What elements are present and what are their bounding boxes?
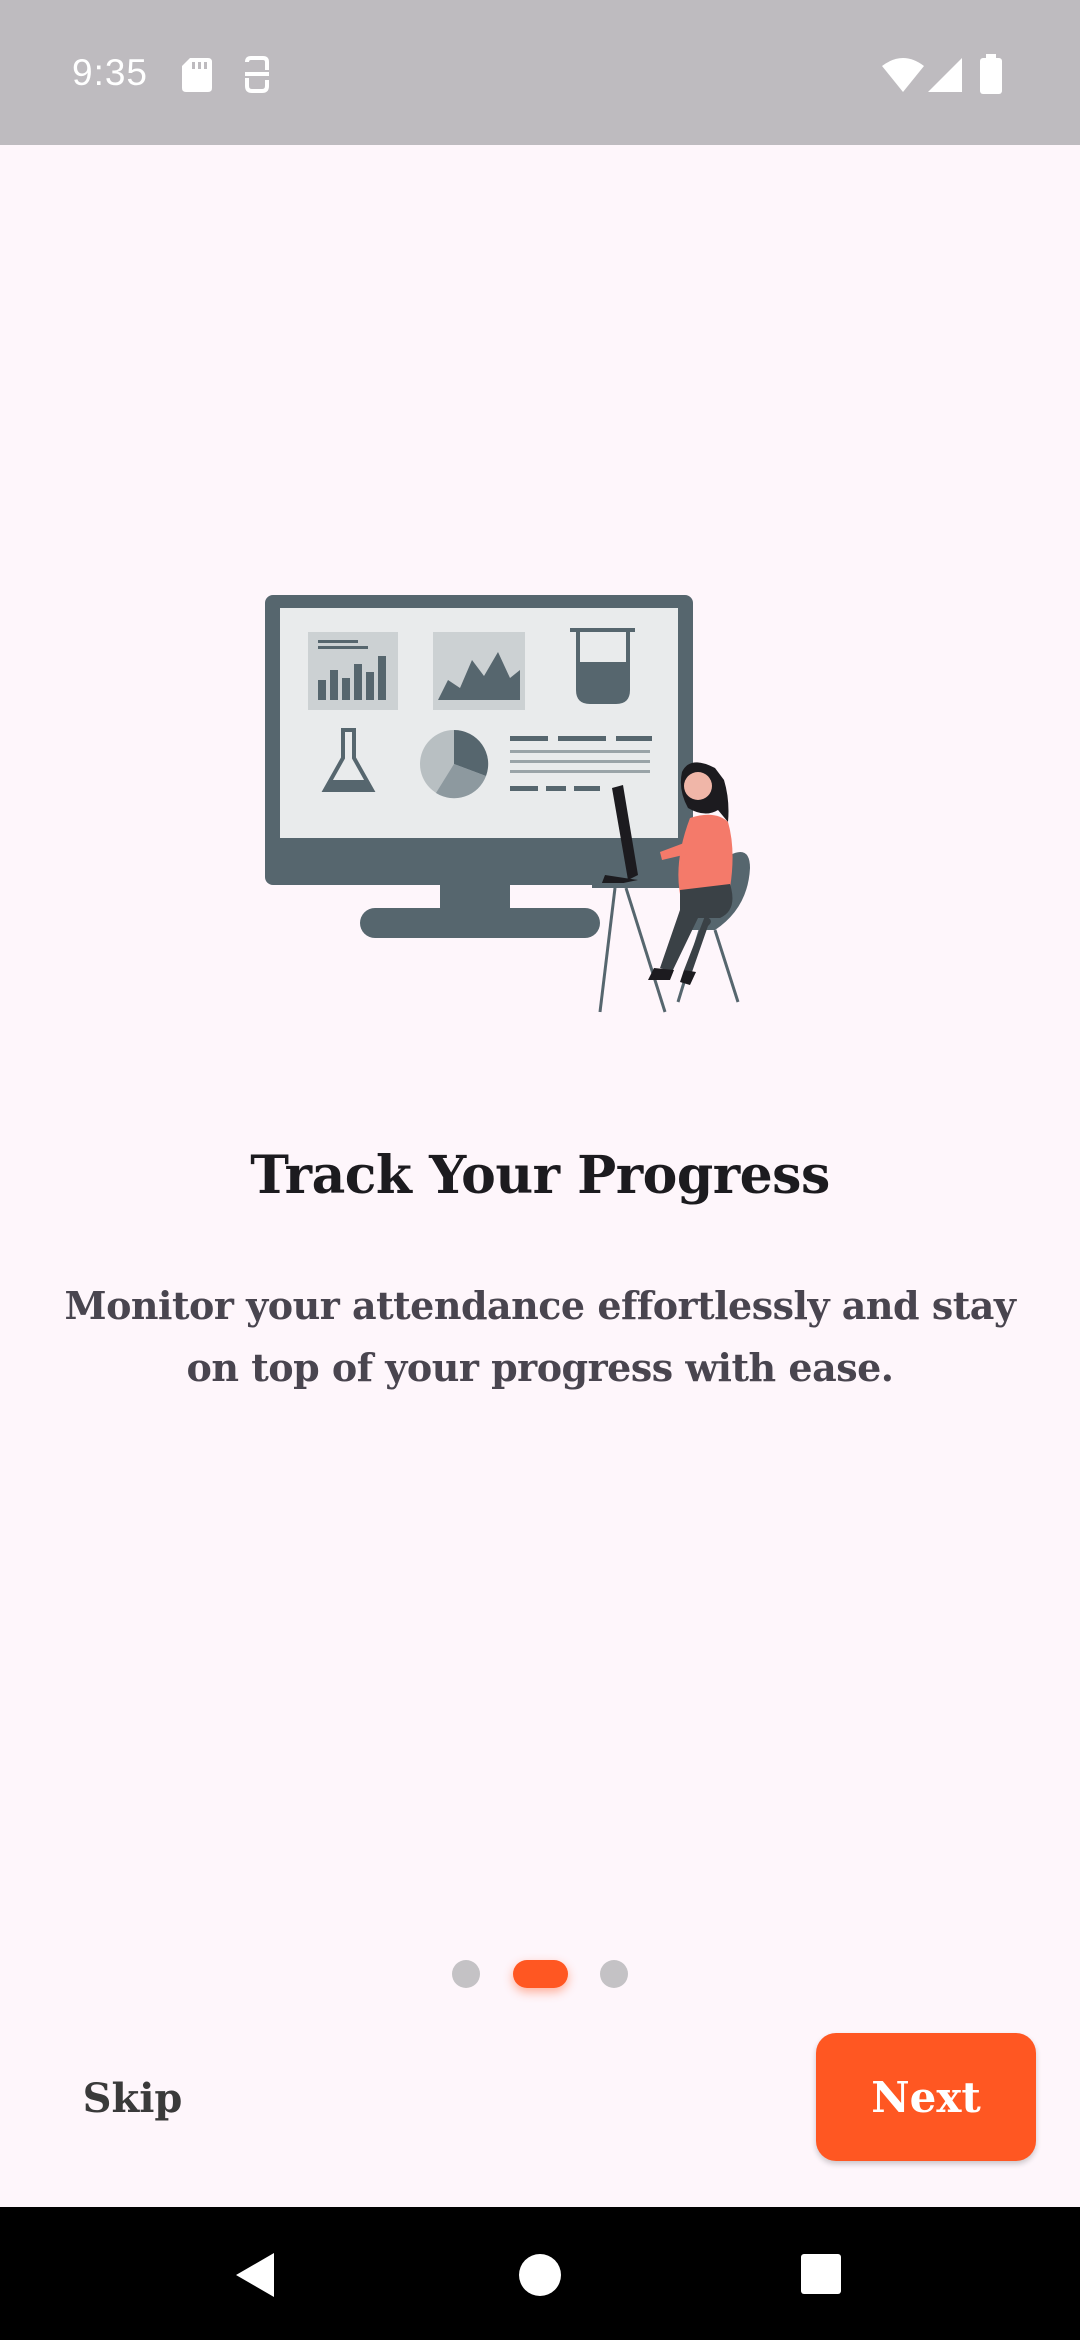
page-dot-3[interactable] — [600, 1960, 628, 1988]
battery-icon — [980, 54, 1002, 94]
sd-card-icon — [182, 58, 212, 92]
status-bar: 9:35 — [0, 0, 1080, 145]
status-time: 9:35 — [72, 52, 149, 93]
page-dot-2-active[interactable] — [513, 1960, 568, 1988]
system-nav-bar — [0, 2207, 1080, 2340]
onboarding-illustration — [265, 595, 750, 1013]
skip-button[interactable]: Skip — [60, 2060, 205, 2136]
back-icon[interactable] — [234, 2251, 278, 2299]
home-icon[interactable] — [518, 2253, 562, 2297]
page-dot-1[interactable] — [452, 1960, 480, 1988]
next-button[interactable]: Next — [816, 2033, 1036, 2161]
signal-icon — [928, 58, 962, 92]
onboarding-description: Monitor your attendance effortlessly and… — [64, 1283, 1016, 1390]
onboarding-title: Track Your Progress — [250, 1145, 830, 1206]
recents-icon[interactable] — [800, 2253, 842, 2295]
accessibility-icon — [245, 56, 269, 93]
wifi-icon — [882, 58, 924, 92]
